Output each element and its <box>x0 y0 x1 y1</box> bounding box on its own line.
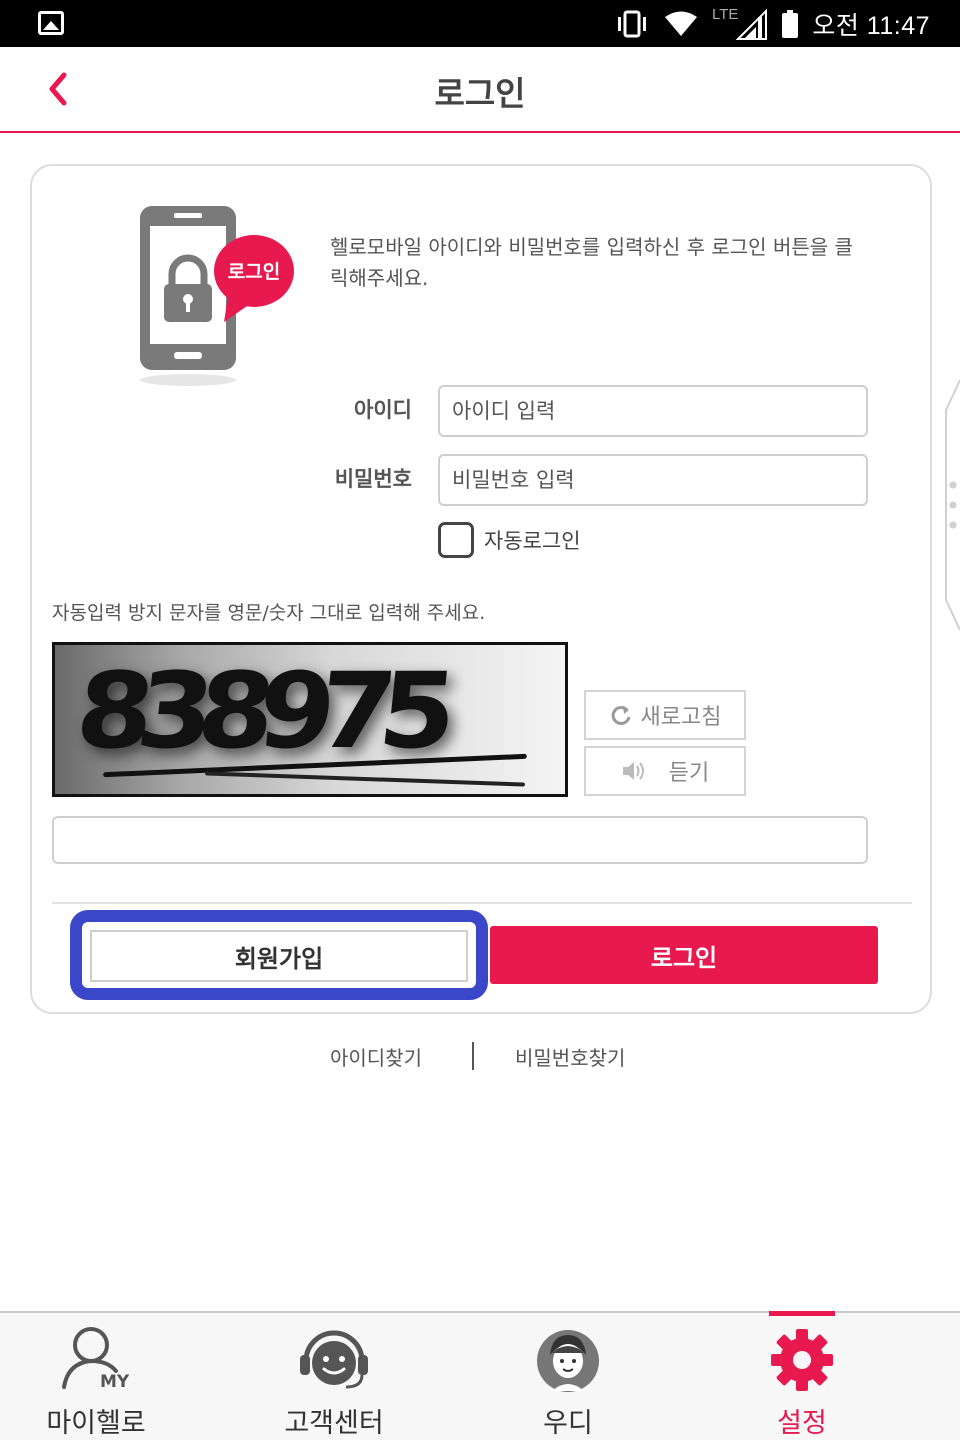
password-input[interactable] <box>438 454 868 506</box>
captcha-input[interactable] <box>52 816 868 864</box>
link-separator <box>472 1042 474 1070</box>
auto-login-label: 자동로그인 <box>484 529 581 553</box>
nav-my-hello[interactable]: MY 마이헬로 <box>0 1313 196 1442</box>
gallery-icon <box>38 11 64 35</box>
nav-label: 마이헬로 <box>46 1408 146 1439</box>
password-label: 비밀번호 <box>334 467 412 491</box>
nav-udi[interactable]: 우디 <box>468 1313 668 1442</box>
app-header: 로그인 <box>0 47 960 133</box>
headset-icon <box>296 1325 372 1395</box>
wifi-icon <box>664 11 698 37</box>
signal-icon: LTE <box>712 7 768 41</box>
find-password-link[interactable]: 비밀번호찾기 <box>515 1042 625 1071</box>
status-bar: LTE 오전 11:47 <box>0 0 960 47</box>
speaker-icon <box>622 762 644 780</box>
find-id-link[interactable]: 아이디찾기 <box>330 1042 422 1071</box>
nav-label: 설정 <box>777 1408 827 1439</box>
captcha-listen-label: 듣기 <box>668 761 710 786</box>
captcha-refresh-button[interactable]: 새로고침 <box>584 690 746 740</box>
id-label: 아이디 <box>354 398 412 422</box>
bottom-navigation: MY 마이헬로 고객센터 우디 설정 <box>0 1311 960 1440</box>
captcha-code: 838975 <box>70 650 447 772</box>
edge-panel-handle[interactable] <box>944 379 960 631</box>
join-button[interactable]: 회원가입 <box>90 930 468 982</box>
illustration-badge: 로그인 <box>228 261 280 283</box>
my-person-icon: MY <box>58 1325 134 1395</box>
vibrate-icon <box>614 10 650 38</box>
battery-icon <box>782 9 799 38</box>
id-input[interactable] <box>438 385 868 437</box>
captcha-image: 838975 <box>52 642 568 797</box>
page-title: 로그인 <box>434 74 526 113</box>
lte-label: LTE <box>712 7 738 23</box>
nav-customer-center[interactable]: 고객센터 <box>234 1313 434 1442</box>
captcha-noise-line <box>205 771 525 787</box>
phone-lock-illustration: 로그인 <box>136 204 306 394</box>
auto-login-toggle[interactable]: 자동로그인 <box>438 522 581 558</box>
captcha-refresh-label: 새로고침 <box>640 705 722 730</box>
auto-login-checkbox[interactable] <box>438 522 474 558</box>
captcha-listen-button[interactable]: 듣기 <box>584 746 746 796</box>
login-instructions: 헬로모바일 아이디와 비밀번호를 입력하신 후 로그인 버튼을 클릭해주세요. <box>330 235 853 290</box>
login-button[interactable]: 로그인 <box>490 926 878 984</box>
nav-label: 우디 <box>543 1408 593 1439</box>
nav-label: 고객센터 <box>284 1408 384 1439</box>
udi-avatar-icon <box>530 1325 606 1395</box>
divider <box>52 902 912 904</box>
status-time: 오전 11:47 <box>812 11 930 40</box>
refresh-icon <box>611 705 630 725</box>
login-card: 로그인 헬로모바일 아이디와 비밀번호를 입력하신 후 로그인 버튼을 클릭해주… <box>30 164 932 1014</box>
find-account-links: 아이디찾기 비밀번호찾기 <box>0 1040 960 1074</box>
gear-icon <box>764 1325 840 1395</box>
captcha-guide: 자동입력 방지 문자를 영문/숫자 그대로 입력해 주세요. <box>52 602 486 624</box>
nav-settings[interactable]: 설정 <box>702 1313 902 1442</box>
my-badge: MY <box>100 1372 130 1392</box>
